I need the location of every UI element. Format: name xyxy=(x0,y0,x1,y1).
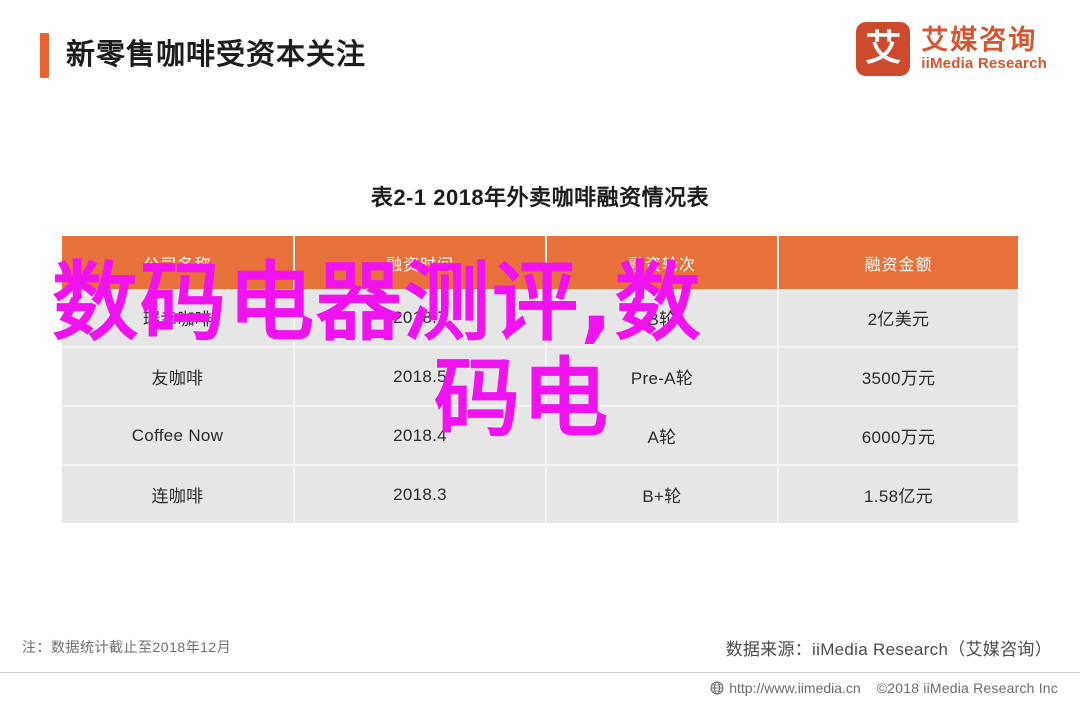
globe-icon xyxy=(710,680,724,695)
column-header-round: 融资轮次 xyxy=(546,236,779,289)
brand-logo: 艾 艾媒咨询 iiMedia Research xyxy=(856,22,1047,76)
cell-company: 瑞幸咖啡 xyxy=(62,289,295,348)
financing-table-wrapper: 公司名称 融资时间 融资轮次 融资金额 瑞幸咖啡 2018.7 B轮 2亿美元 … xyxy=(62,236,1018,523)
brand-mark-glyph: 艾 xyxy=(865,28,902,69)
table-row: 瑞幸咖啡 2018.7 B轮 2亿美元 xyxy=(62,289,1018,348)
header-title-group: 新零售咖啡受资本关注 xyxy=(40,33,366,78)
brand-name-en: iiMedia Research xyxy=(921,55,1047,72)
cell-date: 2018.3 xyxy=(294,465,547,523)
brand-name-cn: 艾媒咨询 xyxy=(921,25,1038,55)
table-body: 瑞幸咖啡 2018.7 B轮 2亿美元 友咖啡 2018.5 Pre-A轮 35… xyxy=(62,289,1018,523)
cell-amount: 2亿美元 xyxy=(778,289,1018,348)
cell-amount: 3500万元 xyxy=(778,347,1018,407)
cell-date: 2018.7 xyxy=(294,289,547,348)
cell-round: Pre-A轮 xyxy=(546,347,779,407)
title-accent-bar xyxy=(40,33,49,78)
page-header: 新零售咖啡受资本关注 艾 艾媒咨询 iiMedia Research xyxy=(0,0,1080,110)
cell-round: B轮 xyxy=(546,289,779,348)
table-row: 友咖啡 2018.5 Pre-A轮 3500万元 xyxy=(62,347,1018,407)
table-row: Coffee Now 2018.4 A轮 6000万元 xyxy=(62,406,1018,466)
column-header-date: 融资时间 xyxy=(294,236,547,289)
copyright-text: ©2018 iiMedia Research Inc xyxy=(876,679,1058,696)
table-header: 公司名称 融资时间 融资轮次 融资金额 xyxy=(62,236,1018,289)
cell-amount: 6000万元 xyxy=(778,406,1018,466)
table-title: 表2-1 2018年外卖咖啡融资情况表 xyxy=(370,185,710,210)
website-link[interactable]: http://www.iimedia.cn xyxy=(710,680,861,696)
cell-round: B+轮 xyxy=(546,465,779,523)
cell-date: 2018.4 xyxy=(294,406,547,466)
cell-company: 友咖啡 xyxy=(62,347,295,407)
table-row: 连咖啡 2018.3 B+轮 1.58亿元 xyxy=(62,465,1018,523)
table-note: 注：数据统计截止至2018年12月 xyxy=(22,639,232,655)
column-header-company: 公司名称 xyxy=(62,236,295,289)
column-header-amount: 融资金额 xyxy=(778,236,1018,289)
brand-mark-icon: 艾 xyxy=(856,22,911,76)
cell-company: 连咖啡 xyxy=(62,465,295,523)
cell-round: A轮 xyxy=(546,406,779,466)
brand-text-group: 艾媒咨询 iiMedia Research xyxy=(921,25,1047,72)
cell-amount: 1.58亿元 xyxy=(778,465,1018,523)
page-title: 新零售咖啡受资本关注 xyxy=(66,39,367,71)
website-url: http://www.iimedia.cn xyxy=(729,679,861,696)
financing-table: 公司名称 融资时间 融资轮次 融资金额 瑞幸咖啡 2018.7 B轮 2亿美元 … xyxy=(62,236,1018,523)
cell-date: 2018.5 xyxy=(294,347,547,407)
cell-company: Coffee Now xyxy=(62,406,295,466)
table-header-row: 公司名称 融资时间 融资轮次 融资金额 xyxy=(62,236,1018,289)
poster-page: 新零售咖啡受资本关注 艾 艾媒咨询 iiMedia Research 表2-1 … xyxy=(0,0,1080,702)
data-source: 数据来源：iiMedia Research（艾媒咨询） xyxy=(725,640,1052,659)
footer-bar: http://www.iimedia.cn ©2018 iiMedia Rese… xyxy=(0,672,1080,702)
